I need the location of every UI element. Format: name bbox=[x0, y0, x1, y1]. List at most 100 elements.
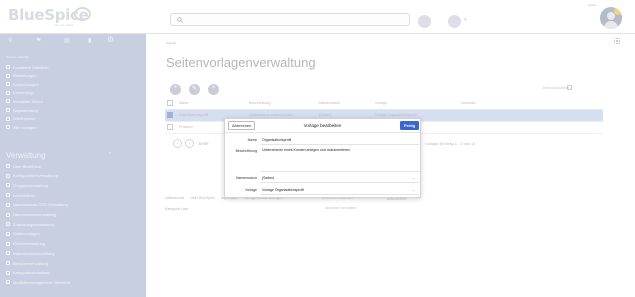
footer-category[interactable]: Kategorie:Liste bbox=[165, 207, 188, 211]
sidebar-admin-heading[interactable]: Verwaltung ^ bbox=[6, 151, 111, 160]
chevron-down-icon[interactable]: ⌄ bbox=[412, 187, 415, 192]
sidebar: ⚲ ⚑ ▤ ▮ ⚙ Neueste Aktivität Erweiterte D… bbox=[0, 34, 146, 297]
tag-icon bbox=[6, 270, 10, 275]
search-input[interactable] bbox=[170, 13, 410, 26]
delete-button[interactable]: × bbox=[208, 84, 219, 95]
sidebar-item-label: Interwikilinks bbox=[13, 192, 36, 198]
column-header[interactable]: Beschreibung bbox=[247, 97, 317, 110]
pin-icon[interactable]: ⚲ bbox=[8, 37, 12, 44]
done-button[interactable]: Fertig bbox=[400, 121, 420, 130]
divider bbox=[261, 171, 419, 172]
select-all-checkbox[interactable] bbox=[167, 99, 173, 106]
notification-badge bbox=[614, 7, 622, 15]
namespace-icon bbox=[6, 212, 10, 217]
chevron-up-icon[interactable]: ^ bbox=[109, 152, 111, 158]
prev-page-icon[interactable]: ‹ bbox=[173, 139, 182, 148]
dialog-header: Vorlage bearbeiten Abbrechen Fertig bbox=[225, 119, 420, 133]
sidebar-item-label: Kategorieverwaltung bbox=[13, 270, 50, 276]
column-header[interactable]: Namensraum bbox=[317, 97, 373, 110]
sidebar-item-label: Konfigurationsverwaltung bbox=[13, 173, 58, 179]
cancel-button[interactable]: Abbrechen bbox=[228, 121, 256, 130]
column-header[interactable]: Vorlage bbox=[373, 97, 459, 110]
sidebar-item[interactable]: Verwaiste Seiten bbox=[6, 98, 43, 104]
sidebar-item[interactable]: Über BlueSpice bbox=[6, 163, 41, 169]
divider bbox=[261, 194, 419, 195]
sidebar-item-label: Qualitätsmanagement Übersicht bbox=[13, 279, 71, 285]
edit-button[interactable]: ✎ bbox=[189, 84, 200, 95]
chevron-down-icon[interactable]: ⌄ bbox=[412, 175, 415, 180]
add-button[interactable]: + bbox=[170, 84, 181, 95]
sidebar-item[interactable]: Kategorieverwaltung bbox=[6, 270, 49, 276]
page-icon bbox=[6, 99, 10, 104]
sidebar-item-label: Zuweisungsverwaltung bbox=[13, 221, 54, 227]
sidebar-item[interactable]: Namensraumverwaltung bbox=[6, 212, 56, 218]
avatar[interactable] bbox=[600, 7, 622, 29]
pager: ‹ › Seite bbox=[173, 139, 209, 148]
sidebar-item-label: Verwaiste Seiten bbox=[13, 98, 43, 104]
sidebar-item[interactable]: Konfigurationsverwaltung bbox=[6, 173, 58, 179]
gear-icon[interactable]: ⚙ bbox=[107, 35, 114, 44]
apps-grid-icon[interactable] bbox=[614, 38, 620, 44]
row-select bbox=[165, 109, 177, 122]
row-checkbox[interactable] bbox=[167, 112, 173, 118]
star-icon bbox=[6, 73, 10, 78]
footer-link[interactable]: Über BlueSpice bbox=[190, 196, 214, 200]
sidebar-item[interactable]: Rechteverwaltung bbox=[6, 241, 45, 247]
sidebar-item-label: Seitenvorlagen bbox=[13, 231, 40, 237]
sidebar-item-label: Namensraumverwaltung bbox=[13, 212, 57, 217]
sidebar-item-label: Begutachtung bbox=[13, 107, 38, 113]
sidebar-item[interactable]: Seitenvorlagen bbox=[6, 231, 40, 237]
user-name: Sysop bbox=[588, 3, 597, 7]
pager-info: Vorlage (Eintrag 1 - 2 von 2) bbox=[425, 141, 476, 146]
footer-link[interactable]: Datenschutz bbox=[165, 196, 184, 200]
tree-icon[interactable]: ▮ bbox=[88, 37, 91, 44]
new-content-button[interactable] bbox=[418, 15, 431, 28]
sidebar-item[interactable]: Erweiterte Dateiliste bbox=[6, 64, 49, 70]
sidebar-item-label: Erinnerung bbox=[13, 90, 33, 96]
next-page-icon[interactable]: › bbox=[185, 139, 194, 148]
sidebar-item-label: Gruppenverwaltung bbox=[13, 182, 48, 188]
sidebar-item[interactable]: Zuweisungsverwaltung bbox=[6, 221, 54, 227]
sidebar-item[interactable]: Gruppenverwaltung bbox=[6, 182, 48, 188]
sidebar-item[interactable]: Datenschutzverwaltung bbox=[6, 250, 55, 256]
delete-icon: × bbox=[211, 85, 216, 91]
namespace-select[interactable]: (Seiten) bbox=[262, 176, 274, 180]
add-icon: + bbox=[173, 85, 178, 91]
sidebar-item[interactable]: Erinnerung bbox=[6, 90, 33, 96]
tools-menu-button[interactable]: ▾ bbox=[448, 15, 467, 28]
name-field[interactable]: Organisationsprofil bbox=[262, 138, 291, 142]
sidebar-item[interactable]: Namensraum-CSS-Verwaltung bbox=[6, 202, 68, 208]
sidebar-item[interactable]: Interwikilinks bbox=[6, 192, 36, 198]
divider bbox=[261, 144, 419, 145]
chevron-down-icon: ▾ bbox=[464, 17, 467, 23]
description-field[interactable]: Unternehmen eines Kunden anlegen und dok… bbox=[262, 148, 350, 152]
link-icon bbox=[6, 193, 10, 198]
user-icon bbox=[6, 261, 10, 265]
sidebar-item[interactable]: WikiExplorer bbox=[6, 116, 35, 122]
sidebar-item[interactable]: Benutzerverwaltung bbox=[6, 260, 48, 266]
breadcrumb[interactable]: Spezial bbox=[166, 41, 176, 45]
table-header-row: Name Beschreibung Namensraum Vorlage Vor… bbox=[165, 97, 603, 110]
template-select[interactable]: Vorlage Organisationsprofil bbox=[262, 188, 304, 192]
check-icon bbox=[6, 280, 10, 285]
row-checkbox[interactable] bbox=[167, 124, 173, 130]
column-header[interactable]: Vorschau bbox=[459, 97, 603, 110]
sidebar-item[interactable]: Alle Vorlagen bbox=[6, 124, 37, 130]
recent-icon[interactable]: ▤ bbox=[64, 37, 70, 44]
sidebar-item[interactable]: Empfehlungen bbox=[6, 81, 39, 87]
sidebar-item[interactable]: Bewertungen bbox=[6, 73, 37, 79]
avatar-body-icon bbox=[604, 21, 618, 29]
footer-action[interactable]: Ansichten verwalten bbox=[325, 206, 356, 210]
edit-template-dialog: Vorlage bearbeiten Abbrechen Fertig Name… bbox=[224, 118, 421, 198]
sidebar-item[interactable]: Begutachtung bbox=[6, 107, 38, 113]
template-icon bbox=[6, 231, 10, 236]
table-cell bbox=[459, 121, 603, 134]
bookmark-icon[interactable]: ⚑ bbox=[36, 37, 41, 44]
top-bar: BlueSpice free pro nutzen ▾ Sysop bbox=[0, 0, 635, 34]
template-label: Vorlage bbox=[245, 188, 257, 192]
sidebar-item-label: Über BlueSpice bbox=[13, 163, 41, 169]
filter-checkbox[interactable] bbox=[567, 85, 572, 90]
sidebar-item[interactable]: Qualitätsmanagement Übersicht bbox=[6, 279, 70, 285]
column-header-select bbox=[165, 97, 177, 110]
column-header[interactable]: Name bbox=[177, 97, 247, 110]
